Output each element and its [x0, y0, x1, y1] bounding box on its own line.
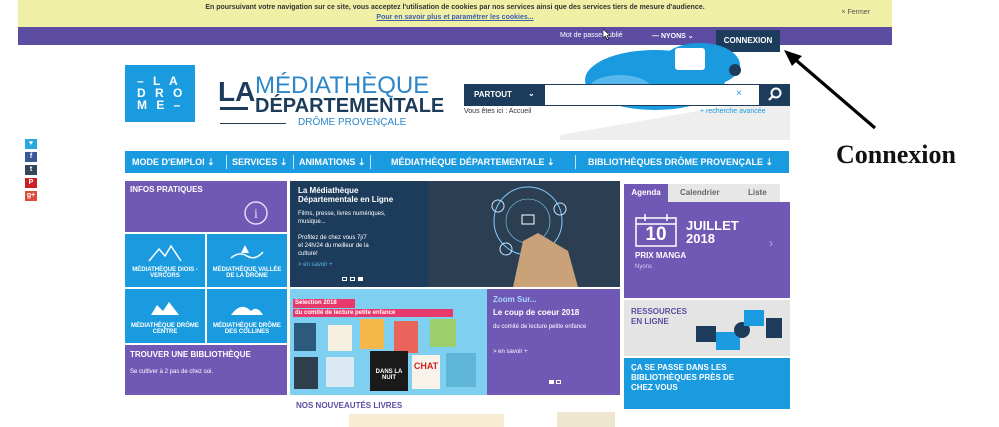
- cookie-close-button[interactable]: × Fermer: [841, 8, 870, 18]
- zoom-title: Zoom Sur...: [493, 295, 537, 304]
- agenda-tabs: Agenda Calendrier Liste: [624, 184, 780, 202]
- river-icon: [230, 245, 264, 259]
- zoom-more-link[interactable]: > en savoir +: [493, 349, 528, 355]
- slider-dots[interactable]: [342, 277, 364, 281]
- ressources-title: RESSOURCES EN LIGNE: [631, 307, 688, 326]
- ca-se-passe-tile[interactable]: ÇA SE PASSE DANS LES BIBLIOTHÈQUES PRÈS …: [624, 358, 790, 409]
- logo-underline: [220, 123, 286, 124]
- cookie-text: En poursuivant votre navigation sur ce s…: [205, 4, 705, 11]
- cookie-settings-link[interactable]: Pour en savoir plus et paramétrer les co…: [18, 13, 892, 23]
- zoom-text: du comité de lecture petite enfance: [493, 324, 587, 330]
- zoom-sur-tile[interactable]: Zoom Sur... Le coup de coeur 2018 du com…: [487, 289, 620, 395]
- trouver-text: Se cultiver à 2 pas de chez soi.: [130, 369, 214, 375]
- mediatheque-diois-label: MÉDIATHÈQUE DIOIS - VERCORS: [132, 267, 198, 279]
- location-selector[interactable]: — NYONS ⌄: [652, 32, 694, 40]
- annotation-label: Connexion: [836, 140, 956, 169]
- twitter-icon[interactable]: ♥: [25, 139, 37, 149]
- logo-drome[interactable]: – L A D R O M E –: [125, 65, 195, 122]
- book-dans-la-nuit: DANS LA NUIT: [370, 351, 408, 391]
- mouse-cursor-icon: [603, 29, 611, 40]
- mountain-icon: [148, 244, 182, 262]
- cookie-banner: En poursuivant votre navigation sur ce s…: [18, 0, 892, 27]
- search-scope-select[interactable]: PARTOUT ⌄: [464, 84, 544, 106]
- facebook-icon[interactable]: f: [25, 152, 37, 162]
- feature-slide[interactable]: La Médiathèque Départementale en Ligne F…: [290, 181, 620, 287]
- info-icon: i: [244, 201, 268, 225]
- feature-more-link[interactable]: > en savoir +: [298, 262, 333, 268]
- googleplus-icon[interactable]: g+: [25, 191, 37, 201]
- mediatheque-collines-tile[interactable]: MÉDIATHÈQUE DRÔME DES COLLINES: [207, 289, 287, 343]
- tab-liste[interactable]: Liste: [748, 184, 767, 202]
- clear-icon[interactable]: ×: [736, 88, 742, 99]
- search-input[interactable]: [544, 84, 760, 106]
- infos-pratiques-title: INFOS PRATIQUES: [130, 185, 203, 194]
- annotation-arrow: [784, 50, 877, 130]
- ca-se-passe-title: ÇA SE PASSE DANS LES BIBLIOTHÈQUES PRÈS …: [631, 363, 735, 392]
- nav-mediatheque[interactable]: MÉDIATHÈQUE DÉPARTEMENTALE ⇣: [391, 151, 555, 173]
- mediatheque-collines-label: MÉDIATHÈQUE DRÔME DES COLLINES: [213, 323, 281, 335]
- main-nav: MODE D'EMPLOI ⇣ SERVICES ⇣ ANIMATIONS ⇣ …: [125, 151, 789, 173]
- mediatheque-vallee-tile[interactable]: MÉDIATHÈQUE VALLÉE DE LA DRÔME: [207, 234, 287, 287]
- mediatheque-centre-tile[interactable]: MÉDIATHÈQUE DRÔME CENTRE: [125, 289, 205, 343]
- mediatheque-vallee-label: MÉDIATHÈQUE VALLÉE DE LA DRÔME: [212, 267, 282, 279]
- logo-dash: [220, 107, 248, 110]
- pinterest-icon[interactable]: P: [25, 178, 37, 188]
- agenda-year: 2018: [686, 231, 715, 246]
- search-scope-label: PARTOUT: [474, 90, 512, 99]
- logo-drome-provencale: DRÔME PROVENÇALE: [298, 117, 407, 128]
- new-book-cover-2[interactable]: [557, 412, 615, 427]
- logo-line-3: M E –: [137, 98, 184, 112]
- logo-departementale: DÉPARTEMENTALE: [255, 95, 445, 117]
- zoom-books-image[interactable]: Sélection 2018 du comité de lecture peti…: [290, 289, 487, 395]
- village-icon: [151, 302, 179, 315]
- forgot-password-link[interactable]: Mot de passe oublié: [560, 32, 623, 39]
- svg-text:i: i: [254, 207, 258, 222]
- logo-la: LA: [218, 76, 256, 107]
- tab-agenda[interactable]: Agenda: [624, 184, 668, 202]
- hills-icon: [231, 306, 263, 315]
- tumblr-icon[interactable]: t: [25, 165, 37, 175]
- trouver-title: TROUVER UNE BIBLIOTHÈQUE: [130, 350, 251, 359]
- chevron-right-icon[interactable]: ›: [769, 236, 773, 250]
- trouver-bibliotheque-tile[interactable]: TROUVER UNE BIBLIOTHÈQUE Se cultiver à 2…: [125, 345, 287, 395]
- infos-pratiques-tile[interactable]: INFOS PRATIQUES i: [125, 181, 287, 232]
- mediatheque-centre-label: MÉDIATHÈQUE DRÔME CENTRE: [131, 323, 199, 335]
- zoom-subtitle: Le coup de coeur 2018: [493, 308, 580, 317]
- selection-subbanner: du comité de lecture petite enfance: [293, 309, 453, 317]
- nav-bibliotheques[interactable]: BIBLIOTHÈQUES DRÔME PROVENÇALE ⇣: [588, 151, 773, 173]
- agenda-event-title: PRIX MANGA: [635, 251, 687, 260]
- mediatheque-diois-tile[interactable]: MÉDIATHÈQUE DIOIS - VERCORS: [125, 234, 205, 287]
- agenda-day: 10: [645, 224, 667, 245]
- feature-desc1: Films, presse, livres numériques, musiqu…: [298, 211, 386, 225]
- advanced-search-link[interactable]: + recherche avancée: [700, 108, 766, 115]
- agenda-event-place: Nyons: [635, 264, 653, 270]
- selection-banner: Sélection 2018: [293, 299, 355, 308]
- feature-desc2: Profitez de chez vous 7j/7 et 24h/24 du …: [298, 235, 369, 257]
- nav-services[interactable]: SERVICES ⇣: [232, 151, 287, 173]
- chevron-down-icon: ⌄: [528, 89, 535, 98]
- zoom-slider-dots[interactable]: [549, 380, 563, 384]
- nav-animations[interactable]: ANIMATIONS ⇣: [299, 151, 365, 173]
- book-chat: CHAT: [412, 355, 440, 389]
- feature-image: [428, 181, 620, 287]
- breadcrumb: Vous êtes ici : Accueil: [464, 108, 532, 115]
- feature-title: La Médiathèque Départementale en Ligne: [298, 186, 394, 204]
- new-book-cover-1[interactable]: [349, 414, 504, 427]
- devices-icon: [696, 310, 782, 350]
- ressources-tile[interactable]: RESSOURCES EN LIGNE: [624, 300, 790, 356]
- agenda-event-tile[interactable]: 10 JUILLET 2018 PRIX MANGA Nyons ›: [624, 202, 790, 298]
- nav-mode-emploi[interactable]: MODE D'EMPLOI ⇣: [132, 151, 215, 173]
- nouveautes-title: NOS NOUVEAUTÉS LIVRES: [296, 401, 403, 410]
- tab-calendrier[interactable]: Calendrier: [680, 184, 720, 202]
